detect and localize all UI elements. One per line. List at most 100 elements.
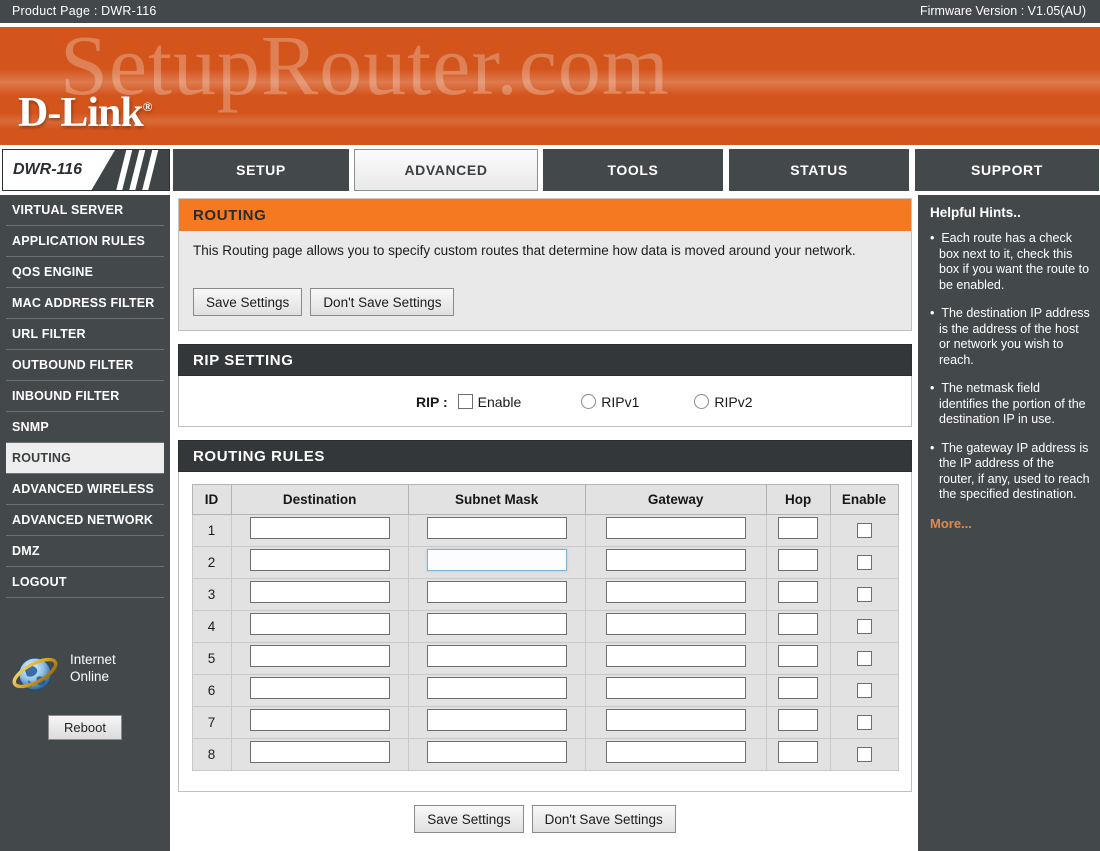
row-id-cell: 2: [191, 546, 232, 579]
destination-input-cell: [230, 642, 409, 675]
subnet-mask-input-cell: [407, 578, 586, 611]
internet-status-line2: Online: [70, 669, 110, 684]
router-admin-page: Product Page : DWR-116 Firmware Version …: [0, 0, 1100, 851]
rip-v2-radio[interactable]: [694, 394, 710, 409]
tab-tools[interactable]: TOOLS: [542, 149, 724, 191]
routing-rules-tbody: 12345678: [191, 514, 899, 771]
hop-input[interactable]: [778, 549, 819, 571]
enable-checkbox[interactable]: [856, 618, 872, 634]
destination-input[interactable]: [249, 613, 390, 635]
sidebar-item-inbound-filter[interactable]: INBOUND FILTER: [6, 381, 164, 412]
sidebar-item-dmz[interactable]: DMZ: [6, 536, 164, 567]
destination-input[interactable]: [249, 581, 390, 603]
enable-checkbox[interactable]: [856, 586, 872, 602]
subnet-mask-input[interactable]: [426, 581, 567, 603]
destination-input[interactable]: [249, 677, 390, 699]
tab-status[interactable]: STATUS: [728, 149, 910, 191]
destination-input[interactable]: [249, 741, 390, 763]
sidebar-item-qos-engine[interactable]: QOS ENGINE: [6, 257, 164, 288]
rip-enable-checkbox[interactable]: [457, 394, 473, 409]
enable-checkbox-cell: [829, 546, 899, 579]
rip-v1-radio[interactable]: [581, 394, 597, 409]
enable-checkbox-cell: [829, 514, 899, 547]
hop-input[interactable]: [778, 677, 819, 699]
gateway-input[interactable]: [605, 613, 746, 635]
column-header-enable: Enable: [829, 484, 899, 515]
hop-input-cell: [765, 514, 831, 547]
table-row: 8: [191, 738, 899, 771]
gateway-input[interactable]: [605, 741, 746, 763]
hop-input-cell: [765, 674, 831, 707]
routing-rules-thead: ID Destination Subnet Mask Gateway Hop E…: [191, 484, 899, 515]
destination-input[interactable]: [249, 517, 390, 539]
save-settings-button-top[interactable]: Save Settings: [193, 288, 303, 316]
routing-rules-section: ROUTING RULES ID Destination Subnet Mask…: [178, 440, 912, 792]
gateway-input[interactable]: [605, 549, 746, 571]
hop-input[interactable]: [778, 581, 819, 603]
subnet-mask-input[interactable]: [426, 645, 567, 667]
subnet-mask-input[interactable]: [426, 741, 567, 763]
sidebar-item-snmp[interactable]: SNMP: [6, 412, 164, 443]
dont-save-settings-button-top[interactable]: Don't Save Settings: [310, 288, 455, 316]
gateway-input[interactable]: [605, 517, 746, 539]
tab-setup[interactable]: SETUP: [172, 149, 350, 191]
sidebar-item-advanced-wireless[interactable]: ADVANCED WIRELESS: [6, 474, 164, 505]
tab-support[interactable]: SUPPORT: [914, 149, 1100, 191]
subnet-mask-input[interactable]: [426, 549, 567, 571]
hop-input[interactable]: [778, 709, 819, 731]
destination-input[interactable]: [249, 709, 390, 731]
column-header-hop: Hop: [765, 484, 831, 515]
sidebar-item-application-rules[interactable]: APPLICATION RULES: [6, 226, 164, 257]
rip-enable-option[interactable]: Enable: [457, 394, 521, 410]
gateway-input[interactable]: [605, 709, 746, 731]
subnet-mask-input[interactable]: [426, 613, 567, 635]
enable-checkbox[interactable]: [856, 650, 872, 666]
row-id-cell: 1: [191, 514, 232, 547]
table-row: 5: [191, 642, 899, 675]
hop-input[interactable]: [778, 613, 819, 635]
rip-v1-option[interactable]: RIPv1: [581, 394, 639, 410]
rip-v2-option[interactable]: RIPv2: [694, 394, 752, 410]
subnet-mask-input-cell: [407, 610, 586, 643]
hop-input[interactable]: [778, 645, 819, 667]
subnet-mask-input[interactable]: [426, 709, 567, 731]
routing-section-header: ROUTING: [178, 198, 912, 231]
enable-checkbox[interactable]: [856, 522, 872, 538]
subnet-mask-input[interactable]: [426, 517, 567, 539]
routing-rules-header: ROUTING RULES: [178, 440, 912, 472]
rip-v2-label: RIPv2: [714, 393, 753, 410]
enable-checkbox[interactable]: [856, 682, 872, 698]
destination-input[interactable]: [249, 549, 390, 571]
hop-input-cell: [765, 706, 831, 739]
gateway-input[interactable]: [605, 677, 746, 699]
sidebar-item-advanced-network[interactable]: ADVANCED NETWORK: [6, 505, 164, 536]
gateway-input-cell: [584, 738, 767, 771]
hints-more-link[interactable]: More...: [930, 516, 1090, 531]
brand-banner: SetupRouter.com D-Link®: [0, 27, 1100, 145]
enable-checkbox[interactable]: [856, 554, 872, 570]
gateway-input-cell: [584, 546, 767, 579]
enable-checkbox[interactable]: [856, 714, 872, 730]
tab-advanced[interactable]: ADVANCED: [354, 149, 538, 191]
subnet-mask-input[interactable]: [426, 677, 567, 699]
destination-input[interactable]: [249, 645, 390, 667]
save-settings-button-bottom[interactable]: Save Settings: [414, 805, 524, 833]
enable-checkbox[interactable]: [856, 746, 872, 762]
sidebar-item-routing[interactable]: ROUTING: [6, 443, 164, 474]
dont-save-settings-button-bottom[interactable]: Don't Save Settings: [531, 805, 676, 833]
gateway-input[interactable]: [605, 581, 746, 603]
product-page-label: Product Page : DWR-116: [12, 4, 157, 18]
routing-section: ROUTING This Routing page allows you to …: [178, 198, 912, 331]
sidebar-item-outbound-filter[interactable]: OUTBOUND FILTER: [6, 350, 164, 381]
hop-input[interactable]: [778, 741, 819, 763]
gateway-input[interactable]: [605, 645, 746, 667]
sidebar-item-mac-address-filter[interactable]: MAC ADDRESS FILTER: [6, 288, 164, 319]
gateway-input-cell: [584, 674, 767, 707]
hop-input[interactable]: [778, 517, 819, 539]
subnet-mask-input-cell: [407, 674, 586, 707]
reboot-button[interactable]: Reboot: [48, 715, 122, 740]
sidebar-item-url-filter[interactable]: URL FILTER: [6, 319, 164, 350]
model-name: DWR-116: [13, 161, 83, 178]
sidebar-item-virtual-server[interactable]: VIRTUAL SERVER: [6, 195, 164, 226]
sidebar-item-logout[interactable]: LOGOUT: [6, 567, 164, 598]
